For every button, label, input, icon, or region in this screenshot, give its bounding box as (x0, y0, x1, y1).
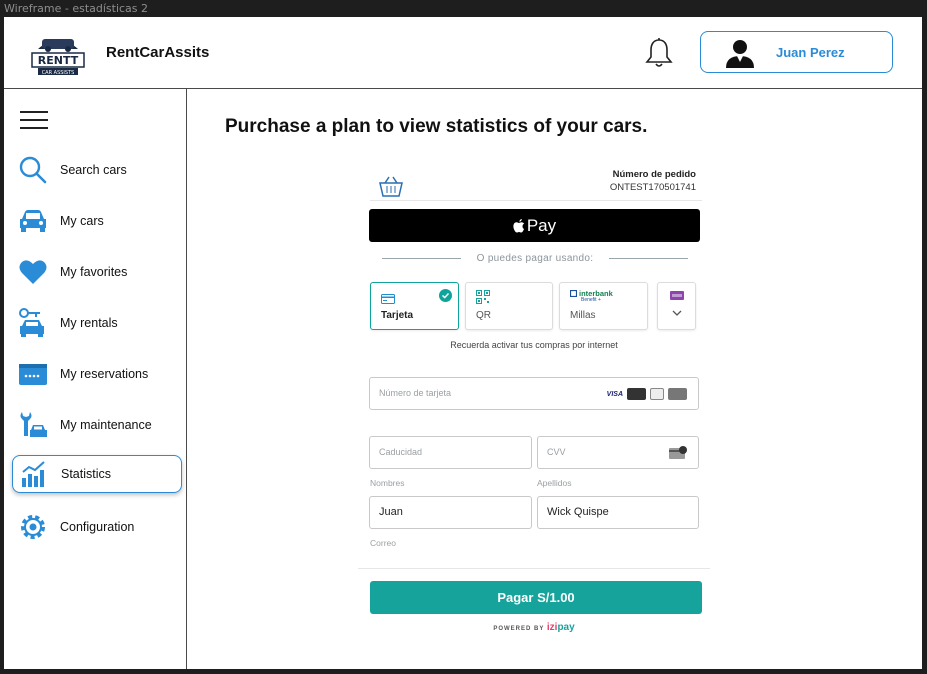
wallet-icon (670, 291, 684, 300)
expiry-placeholder: Caducidad (379, 447, 423, 457)
method-miles-button[interactable]: interbank Benefit + Millas (559, 282, 648, 330)
notification-bell-icon[interactable] (644, 37, 674, 69)
powered-by: POWERED BY izipay (358, 622, 710, 633)
amex-icon (668, 388, 687, 400)
chevron-down-icon (672, 310, 682, 316)
card-brands: VISA (607, 388, 687, 400)
sidebar-item-search-cars[interactable]: Search cars (12, 151, 182, 189)
sidebar-item-label: My rentals (60, 316, 118, 330)
basket-icon (379, 176, 403, 197)
car-icon (18, 206, 48, 236)
sidebar-item-label: My favorites (60, 265, 128, 279)
last-name-caption: Apellidos (537, 478, 572, 488)
qr-icon (476, 290, 490, 304)
hamburger-menu-icon[interactable] (20, 111, 48, 131)
method-label: QR (476, 310, 491, 321)
apple-icon (513, 218, 525, 232)
order-number: ONTEST170501741 (609, 182, 696, 193)
alt-methods-text: O puedes pagar usando: (476, 252, 594, 264)
first-name-field[interactable]: Juan (369, 496, 532, 529)
brand-logo: RENTT CAR ASSISTS (28, 27, 88, 77)
sidebar-item-my-rentals[interactable]: My rentals (12, 304, 182, 342)
more-methods-dropdown[interactable] (657, 282, 696, 330)
expiry-field[interactable]: Caducidad (369, 436, 532, 469)
card-number-field[interactable]: Número de tarjeta VISA (369, 377, 699, 410)
divider (358, 568, 710, 569)
last-name-field[interactable]: Wick Quispe (537, 496, 699, 529)
method-label: Millas (570, 310, 596, 321)
sidebar-item-label: Search cars (60, 163, 127, 177)
apple-pay-label: Pay (526, 215, 557, 235)
diners-icon (650, 388, 664, 400)
sidebar-item-label: Configuration (60, 520, 135, 534)
order-number-label: Número de pedido (612, 169, 696, 180)
card-icon (381, 294, 395, 304)
user-name: Juan Perez (776, 45, 845, 60)
top-header: RENTT CAR ASSISTS RentCarAssits Juan Per… (4, 17, 922, 89)
search-icon (18, 155, 48, 185)
email-caption: Correo (370, 538, 396, 548)
key-car-icon (18, 308, 48, 338)
visa-icon: VISA (606, 390, 623, 398)
brand-name: RentCarAssits (106, 44, 210, 61)
last-name-value: Wick Quispe (547, 506, 609, 518)
user-profile-button[interactable]: Juan Perez (700, 31, 893, 73)
card-number-placeholder: Número de tarjeta (379, 388, 452, 398)
mastercard-icon (627, 388, 646, 400)
sidebar-item-my-cars[interactable]: My cars (12, 202, 182, 240)
selected-check-icon (439, 289, 452, 302)
activation-hint: Recuerda activar tus compras por interne… (450, 340, 618, 350)
cvv-card-icon (669, 446, 687, 459)
wrench-car-icon (18, 410, 48, 440)
method-qr-button[interactable]: QR (465, 282, 553, 330)
svg-text:RENTT: RENTT (38, 54, 79, 67)
first-name-value: Juan (379, 506, 403, 518)
sidebar: Search cars My cars My favorites My rent… (4, 89, 187, 669)
cvv-field[interactable]: CVV (537, 436, 699, 469)
sidebar-item-statistics[interactable]: Statistics (12, 455, 182, 493)
app-canvas: RENTT CAR ASSISTS RentCarAssits Juan Per… (4, 17, 922, 669)
apple-pay-button[interactable]: Pay (369, 209, 700, 242)
heart-icon (18, 257, 48, 287)
izipay-logo-a: izi (546, 622, 558, 633)
gear-icon (18, 512, 48, 542)
cvv-placeholder: CVV (547, 447, 566, 457)
calendar-icon (18, 359, 48, 389)
page-title: Purchase a plan to view statistics of yo… (225, 116, 648, 137)
bar-chart-icon (19, 459, 49, 489)
sidebar-item-my-maintenance[interactable]: My maintenance (12, 406, 182, 444)
sidebar-item-label: Statistics (61, 467, 112, 481)
alternative-methods-divider: O puedes pagar usando: (382, 251, 688, 265)
interbank-sub: Benefit + (581, 297, 601, 303)
svg-text:CAR ASSISTS: CAR ASSISTS (42, 70, 75, 76)
divider (370, 200, 702, 201)
method-label: Tarjeta (381, 310, 414, 321)
sidebar-item-label: My reservations (60, 367, 149, 381)
window-title: Wireframe - estadísticas 2 (4, 2, 149, 15)
user-avatar-icon (726, 40, 754, 68)
main-content: Purchase a plan to view statistics of yo… (188, 89, 922, 669)
method-card-button[interactable]: Tarjeta (370, 282, 459, 330)
sidebar-item-my-favorites[interactable]: My favorites (12, 253, 182, 291)
payment-widget: Número de pedido ONTEST170501741 Pay O p… (358, 159, 718, 669)
sidebar-item-my-reservations[interactable]: My reservations (12, 355, 182, 393)
pay-button[interactable]: Pagar S/1.00 (370, 581, 702, 614)
interbank-logo-icon (570, 290, 577, 297)
sidebar-item-label: My cars (60, 214, 104, 228)
izipay-logo-b: pay (557, 622, 575, 633)
sidebar-item-configuration[interactable]: Configuration (12, 508, 182, 546)
powered-by-text: POWERED BY (493, 626, 545, 632)
first-name-caption: Nombres (370, 478, 405, 488)
sidebar-item-label: My maintenance (60, 418, 152, 432)
